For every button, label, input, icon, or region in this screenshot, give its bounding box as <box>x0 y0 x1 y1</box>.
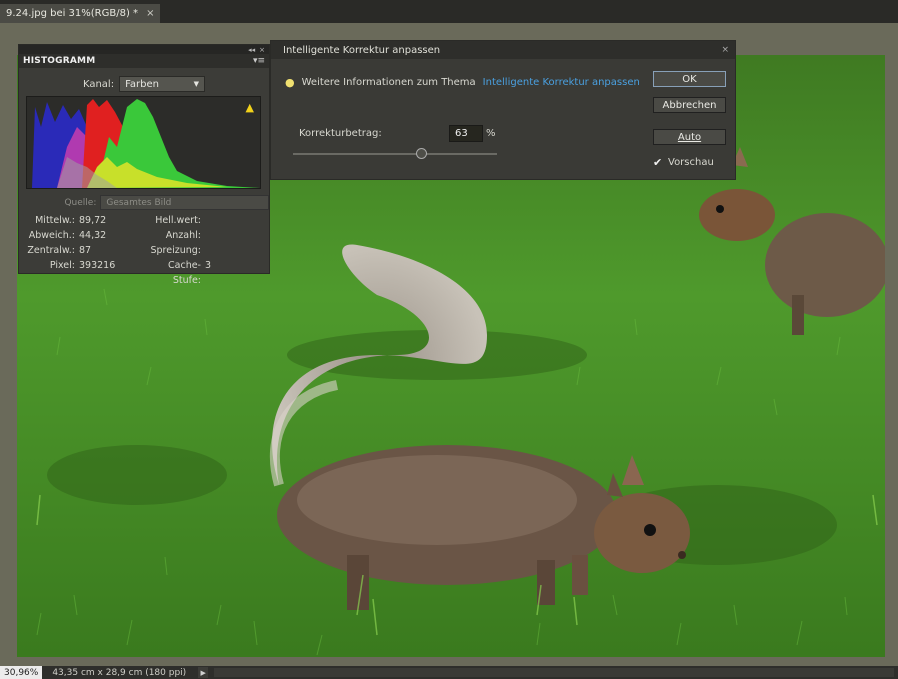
status-menu-arrow-icon[interactable]: ▶ <box>198 667 209 678</box>
histogram-graph: ▲ <box>26 96 261 189</box>
panel-menu-icon[interactable]: ▾≡ <box>253 56 265 66</box>
document-tab-title: 9.24.jpg bei 31%(RGB/8) * <box>6 8 139 19</box>
close-icon[interactable]: × <box>259 46 265 54</box>
document-size: 43,35 cm x 28,9 cm (180 ppi) <box>52 667 187 678</box>
stat-row: Spreizung: <box>143 243 211 258</box>
preview-row: ✔ Vorschau <box>653 157 714 168</box>
stat-row: Zentralw.: 87 <box>23 243 115 258</box>
stat-row: Mittelw.: 89,72 <box>23 213 115 228</box>
amount-slider-thumb[interactable] <box>416 148 427 159</box>
stats-left: Mittelw.: 89,72 Abweich.: 44,32 Zentralw.:… <box>23 213 115 273</box>
stat-label: Cache-Stufe: <box>168 260 201 286</box>
amount-input[interactable]: 63 <box>449 125 483 142</box>
stat-label: Spreizung: <box>150 245 201 256</box>
stat-row: Hell.wert: <box>143 213 211 228</box>
stat-value: 87 <box>79 245 92 256</box>
channel-row: Kanal: Farben ▼ <box>19 76 269 92</box>
stat-value: 3 <box>205 260 212 271</box>
warning-icon[interactable]: ▲ <box>246 101 254 114</box>
stat-row: Pixel: 393216 <box>23 258 115 273</box>
amount-slider-track[interactable] <box>293 153 497 155</box>
info-text: Weitere Informationen zum Thema <box>301 77 476 88</box>
histogram-panel: ◂◂ × HISTOGRAMM ▾≡ Kanal: Farben ▼ ▲ Que… <box>18 44 270 286</box>
stat-label: Hell.wert: <box>155 215 201 226</box>
stat-row: Anzahl: <box>143 228 211 243</box>
auto-button[interactable]: Auto <box>653 129 726 145</box>
source-row: Quelle: Gesamtes Bild <box>19 195 269 210</box>
stat-row: Abweich.: 44,32 <box>23 228 115 243</box>
source-select[interactable]: Gesamtes Bild <box>100 195 269 210</box>
smart-fix-dialog: Intelligente Korrektur anpassen × ● Weit… <box>270 40 736 180</box>
cancel-button[interactable]: Abbrechen <box>653 97 726 113</box>
stat-value: 44,32 <box>79 230 107 241</box>
horizontal-scrollbar[interactable] <box>214 668 894 677</box>
source-value: Gesamtes Bild <box>106 197 172 208</box>
status-bar: 30,96% 43,35 cm x 28,9 cm (180 ppi) ▶ <box>0 666 898 679</box>
chevron-down-icon: ▼ <box>193 80 200 88</box>
stat-value: 89,72 <box>79 215 107 226</box>
lightbulb-icon: ● <box>285 76 295 89</box>
stat-label: Mittelw.: <box>35 215 75 226</box>
stat-label: Zentralw.: <box>27 245 75 256</box>
stat-value: 393216 <box>79 260 116 271</box>
stat-label: Pixel: <box>49 260 75 271</box>
close-icon[interactable]: × <box>721 45 729 55</box>
histogram-chart <box>32 99 260 188</box>
close-icon[interactable]: × <box>146 8 154 19</box>
channel-select[interactable]: Farben ▼ <box>119 76 206 92</box>
stat-row: Cache-Stufe: 3 <box>143 258 211 288</box>
channel-label: Kanal: <box>82 78 115 90</box>
dialog-title: Intelligente Korrektur anpassen <box>283 44 441 56</box>
amount-unit: % <box>486 128 496 139</box>
zoom-field[interactable]: 30,96% <box>0 666 43 679</box>
panel-header: HISTOGRAMM ▾≡ <box>19 54 269 68</box>
panel-title: HISTOGRAMM <box>23 56 96 66</box>
document-tab[interactable]: 9.24.jpg bei 31%(RGB/8) * × <box>0 4 161 23</box>
stat-label: Anzahl: <box>165 230 201 241</box>
preview-checkbox[interactable]: ✔ <box>653 157 664 168</box>
ok-button[interactable]: OK <box>653 71 726 87</box>
source-label: Quelle: <box>64 197 97 208</box>
info-row: ● Weitere Informationen zum Thema Intell… <box>285 76 640 89</box>
stat-label: Abweich.: <box>28 230 75 241</box>
amount-label: Korrekturbetrag: <box>299 128 382 139</box>
stats-right: Hell.wert: Anzahl: Spreizung: Cache-Stuf… <box>143 213 211 288</box>
document-tab-bar: 9.24.jpg bei 31%(RGB/8) * × <box>0 0 898 23</box>
channel-value: Farben <box>125 78 159 90</box>
dialog-titlebar[interactable]: Intelligente Korrektur anpassen × <box>271 41 735 59</box>
panel-top-strip: ◂◂ × <box>19 45 269 54</box>
collapse-icon[interactable]: ◂◂ <box>248 46 255 54</box>
help-link[interactable]: Intelligente Korrektur anpassen <box>483 77 640 88</box>
preview-label: Vorschau <box>668 157 714 168</box>
